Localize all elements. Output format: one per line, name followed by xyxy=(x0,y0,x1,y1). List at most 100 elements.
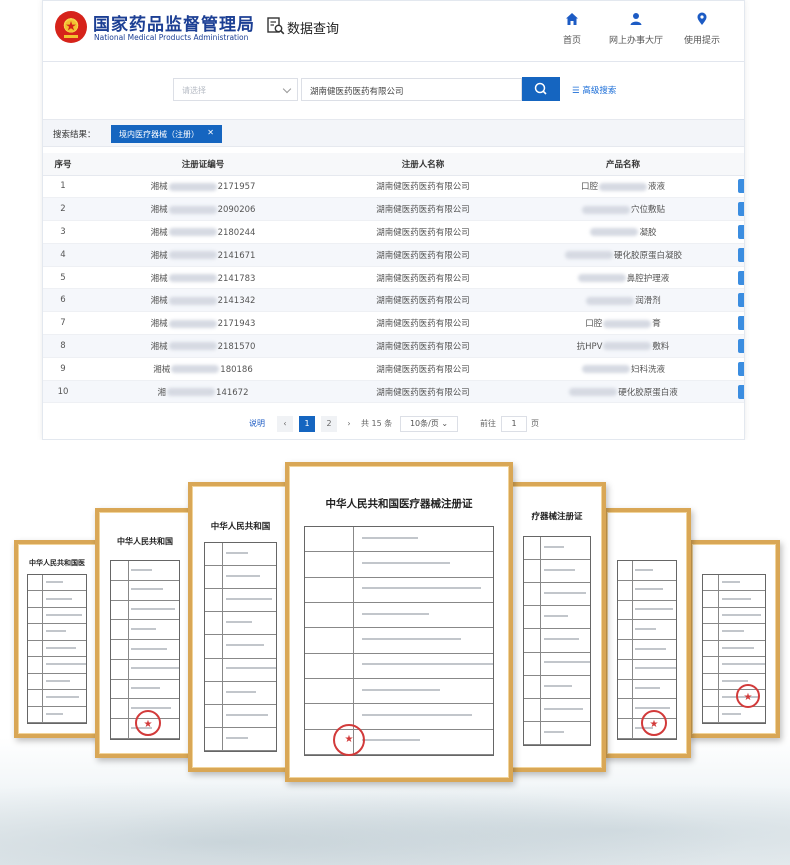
certificate-table-label-cell xyxy=(703,575,720,591)
certificate-text-line xyxy=(131,627,156,630)
redaction-blur xyxy=(171,365,220,374)
certificate-table-row xyxy=(28,690,86,707)
certificate-table-row xyxy=(305,704,493,730)
row-detail: 详情 xyxy=(723,266,744,290)
row-cert-no: 湘械 2141342 xyxy=(83,288,323,313)
row-no: 3 xyxy=(43,220,83,244)
redaction-blur xyxy=(581,365,630,374)
close-icon[interactable]: ✕ xyxy=(207,128,214,137)
certificate-table-label-cell xyxy=(305,678,355,704)
detail-button[interactable]: 详情 xyxy=(738,316,744,331)
certificate-table-label-cell xyxy=(111,600,129,620)
certificate-table-label-cell xyxy=(205,635,224,658)
category-select[interactable]: 请选择 xyxy=(173,78,298,101)
certificate-frame-left-2: 中华人民共和国 xyxy=(95,508,195,758)
certificate-table-row xyxy=(28,624,86,641)
certificate-text-line xyxy=(635,588,663,591)
row-cert-no: 湘械 2171943 xyxy=(83,311,323,336)
org-name-cn[interactable]: 国家药品监督管理局 xyxy=(93,10,255,35)
certificate-table-row xyxy=(523,675,591,699)
row-detail: 详情 xyxy=(723,311,744,336)
certificate-text-line xyxy=(131,667,179,670)
certificate-text-line xyxy=(635,568,653,571)
certificate-text-line xyxy=(45,597,73,600)
certificate-table-label-cell xyxy=(618,580,633,600)
mist-background xyxy=(0,770,790,865)
goto-page-unit: 页 xyxy=(531,419,539,428)
certificate-table-row xyxy=(305,653,493,679)
red-seal xyxy=(135,710,161,736)
detail-button[interactable]: 详情 xyxy=(738,293,744,308)
row-cert-no: 湘械 2181570 xyxy=(83,334,323,358)
col-registrant: 注册人名称 xyxy=(323,153,523,176)
certificate-text-line xyxy=(721,597,751,600)
redaction-blur xyxy=(603,319,652,328)
certificate-frame-far-left: 中华人民共和国医 xyxy=(14,540,100,738)
certificate-text-line xyxy=(226,574,260,577)
certificate-table-row xyxy=(305,678,493,705)
certificate-table-label-cell xyxy=(28,591,44,607)
search-input[interactable]: 湖南健医药医药有限公司 xyxy=(301,78,522,101)
row-no: 7 xyxy=(43,311,83,336)
red-seal xyxy=(641,710,667,736)
cert-prefix: 湘械 xyxy=(150,205,168,216)
row-product: 抗HPV 敷料 xyxy=(523,334,723,358)
certificate-text-line xyxy=(721,712,741,715)
certificates-showcase: 中华人民共和国医 中华人民共和国 中华人民共和国 疗器械注册证 中华人民共和国医… xyxy=(0,440,790,865)
certificate-text-line xyxy=(131,568,152,571)
next-page-button[interactable]: › xyxy=(341,416,357,432)
certificate-table-row xyxy=(703,706,765,723)
detail-button[interactable]: 详情 xyxy=(738,270,744,285)
detail-button[interactable]: 详情 xyxy=(738,179,744,194)
cert-suffix: 2141783 xyxy=(217,273,256,284)
cert-suffix: 2180244 xyxy=(217,227,256,238)
pagination-note[interactable]: 说明 xyxy=(249,416,265,432)
certificate-text-line xyxy=(721,581,741,584)
certificate-table-label-cell xyxy=(524,652,542,675)
certificate-text-line xyxy=(361,536,418,539)
table-row: 10 湘 141672 湖南健医药医药有限公司 硬化胶原蛋白液 详情 xyxy=(43,380,744,404)
certificate-title: 中华人民共和国 xyxy=(117,537,173,546)
page-2-button[interactable]: 2 xyxy=(321,416,337,432)
detail-button[interactable]: 详情 xyxy=(738,338,744,353)
table-row: 2 湘械 2090206 湖南健医药医药有限公司 穴位敷贴 详情 xyxy=(43,197,744,222)
row-registrant: 湖南健医药医药有限公司 xyxy=(323,357,523,381)
certificate-table-row xyxy=(111,659,179,680)
certificate-table-row xyxy=(523,606,591,630)
certificate-text-line xyxy=(226,598,273,601)
nav-usage-tips[interactable]: 使用提示 xyxy=(684,12,720,46)
col-no: 序号 xyxy=(43,153,83,176)
detail-button[interactable]: 详情 xyxy=(738,202,744,217)
results-filter-chip[interactable]: 境内医疗器械（注册） ✕ xyxy=(111,125,222,143)
header-divider xyxy=(43,61,744,62)
chevron-down-icon xyxy=(282,84,292,94)
certificate-table-row xyxy=(28,607,86,625)
nav-home[interactable]: 首页 xyxy=(563,12,581,46)
row-detail: 详情 xyxy=(723,288,744,313)
detail-button[interactable]: 详情 xyxy=(738,384,744,399)
certificate-table-label-cell xyxy=(703,640,720,657)
prev-page-button[interactable]: ‹ xyxy=(277,416,293,432)
search-icon xyxy=(534,82,547,95)
page-size-select[interactable]: 10条/页 ⌄ xyxy=(400,416,458,432)
nav-service-hall[interactable]: 网上办事大厅 xyxy=(609,12,663,46)
table-row: 1 湘械 2171957 湖南健医药医药有限公司 口腔 液液 详情 xyxy=(43,175,744,199)
certificate-text-line xyxy=(635,667,677,670)
detail-button[interactable]: 详情 xyxy=(738,361,744,376)
cert-suffix: 2171943 xyxy=(217,319,256,330)
row-cert-no: 湘械 2090206 xyxy=(83,197,323,222)
goto-page-input[interactable]: 1 xyxy=(501,416,527,432)
data-query-window: 国家药品监督管理局 National Medical Products Admi… xyxy=(42,0,745,440)
certificate-table-label-cell xyxy=(524,629,542,652)
certificate-table-label-cell xyxy=(703,607,720,624)
col-cert-no: 注册证编号 xyxy=(83,153,323,176)
certificate-table-row xyxy=(305,577,493,603)
detail-button[interactable]: 详情 xyxy=(738,247,744,262)
product-suffix: 硬化胶原蛋白液 xyxy=(618,387,678,398)
page-1-button[interactable]: 1 xyxy=(299,416,315,432)
advanced-search-link[interactable]: ☰ 高级搜索 xyxy=(572,84,616,96)
row-detail: 详情 xyxy=(723,220,744,244)
search-button[interactable] xyxy=(522,77,560,101)
detail-button[interactable]: 详情 xyxy=(738,224,744,239)
row-product: 硬化胶原蛋白凝胶 xyxy=(523,243,723,267)
